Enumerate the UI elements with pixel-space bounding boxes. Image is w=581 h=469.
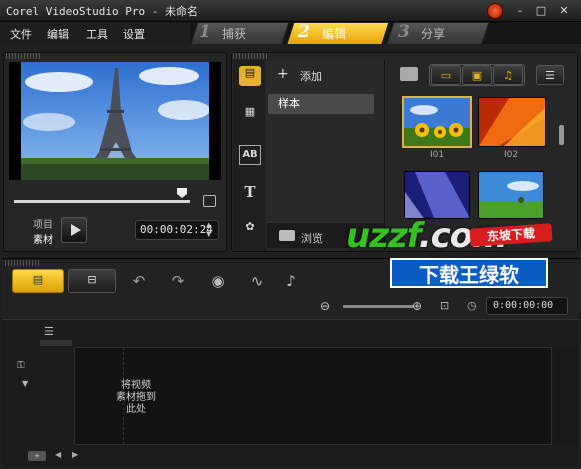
sunflower-thumb-image [404, 98, 470, 146]
eiffel-tower-image [9, 62, 221, 180]
tab-edit-number: 2 [298, 22, 310, 42]
video-preview [9, 62, 221, 180]
close-button[interactable]: ✕ [555, 3, 573, 19]
add-track-icon[interactable]: + [28, 451, 46, 461]
audio-filter-icon[interactable]: ♫ [493, 65, 523, 85]
timeline-scrollbar[interactable] [553, 347, 578, 445]
maximize-button[interactable]: □ [532, 3, 550, 19]
tab-share-number: 3 [398, 22, 410, 42]
lock-track-icon[interactable]: ⚿ [17, 360, 25, 371]
blue-abstract-thumb-image [405, 172, 469, 218]
scroll-right-icon[interactable]: ▶ [72, 450, 78, 459]
browse-folder-icon[interactable] [279, 230, 295, 241]
transition-category-icon[interactable]: ▦ [239, 105, 261, 125]
track-manager-icon[interactable]: ☰ [44, 326, 62, 338]
undo-icon[interactable]: ↶ [127, 270, 151, 292]
storyboard-view-button[interactable]: ▤ [12, 269, 64, 293]
play-icon [71, 224, 81, 236]
storyboard-icon: ▤ [32, 273, 44, 286]
menu-edit[interactable]: 编辑 [47, 26, 69, 42]
drop-placeholder-line: 素材拖到 [116, 392, 156, 403]
fit-project-icon[interactable]: ⊡ [440, 299, 449, 312]
video-filter-icon[interactable]: ▭ [431, 65, 461, 85]
auto-music-icon[interactable]: ♪ [279, 270, 303, 292]
text-category-icon[interactable]: T [239, 183, 261, 203]
record-capture-icon[interactable]: ◉ [206, 270, 230, 292]
add-folder-button[interactable]: 添加 [300, 68, 322, 84]
mode-project-label[interactable]: 项目 [33, 216, 53, 231]
play-button[interactable] [61, 217, 87, 243]
track-header-strip [40, 340, 72, 346]
drop-placeholder-line: 将视频 [121, 380, 151, 391]
enlarge-preview-icon[interactable] [203, 195, 216, 207]
timecode-stepper-icon[interactable]: ▲ ▼ [206, 221, 216, 239]
minimize-button[interactable]: – [511, 3, 529, 19]
menu-file[interactable]: 文件 [10, 26, 32, 42]
media-thumb-3[interactable] [404, 171, 470, 219]
drop-placeholder-text: 将视频 素材拖到 此处 [96, 380, 176, 416]
clock-icon: ◷ [467, 299, 477, 312]
photo-filter-icon[interactable]: ▣ [462, 65, 492, 85]
watermark-text: 下载王绿软 [390, 258, 548, 288]
meadow-thumb-image [479, 172, 543, 218]
tab-capture-number: 1 [199, 22, 211, 42]
tab-capture-label: 捕获 [222, 27, 247, 41]
browse-button[interactable]: 浏览 [301, 230, 323, 246]
library-panel-grip[interactable] [233, 53, 269, 59]
filter-category-icon[interactable]: ✿ [239, 220, 261, 240]
timeline-grip[interactable] [5, 260, 41, 266]
drop-placeholder-line: 此处 [126, 404, 146, 415]
library-scrollbar[interactable] [559, 125, 564, 145]
media-thumb-i02[interactable] [478, 97, 546, 147]
media-thumb-i01[interactable] [402, 96, 472, 148]
tab-edit-label: 编辑 [322, 27, 347, 41]
list-view-icon[interactable]: ☰ [536, 65, 564, 85]
scrubber-track[interactable] [14, 200, 190, 203]
audio-mixer-icon[interactable]: ∿ [245, 270, 269, 292]
media-thumb-4[interactable] [478, 171, 544, 219]
tab-share-label: 分享 [421, 27, 446, 41]
media-thumb-i01-caption: I01 [429, 150, 445, 160]
zoom-in-icon[interactable]: ⊕ [412, 299, 422, 313]
player-panel-grip[interactable] [6, 53, 42, 59]
app-logo-icon [487, 3, 503, 19]
zoom-out-icon[interactable]: ⊖ [320, 299, 330, 313]
scroll-left-icon[interactable]: ◀ [55, 450, 61, 459]
title-category-icon[interactable]: AB [239, 145, 261, 165]
menu-settings[interactable]: 设置 [123, 26, 145, 42]
timeline-view-button[interactable]: ⊟ [68, 269, 116, 293]
folder-item-sample[interactable]: 样本 [268, 94, 374, 114]
add-icon[interactable]: + [277, 66, 289, 82]
redo-icon[interactable]: ↷ [166, 270, 190, 292]
orange-abstract-thumb-image [479, 98, 545, 146]
media-category-icon[interactable]: ▤ [239, 66, 261, 86]
expand-track-icon[interactable]: ▼ [22, 379, 28, 388]
timeline-view-icon: ⊟ [87, 273, 97, 286]
zoom-slider[interactable] [343, 305, 413, 308]
window-title: Corel VideoStudio Pro - 未命名 [6, 5, 198, 18]
media-thumb-i02-caption: I02 [503, 150, 519, 160]
mode-clip-label[interactable]: 素材 [33, 231, 53, 246]
menu-tools[interactable]: 工具 [86, 26, 108, 42]
timeline-timecode[interactable]: 0:00:00:00 [486, 297, 568, 315]
open-folder-icon[interactable] [400, 67, 418, 81]
